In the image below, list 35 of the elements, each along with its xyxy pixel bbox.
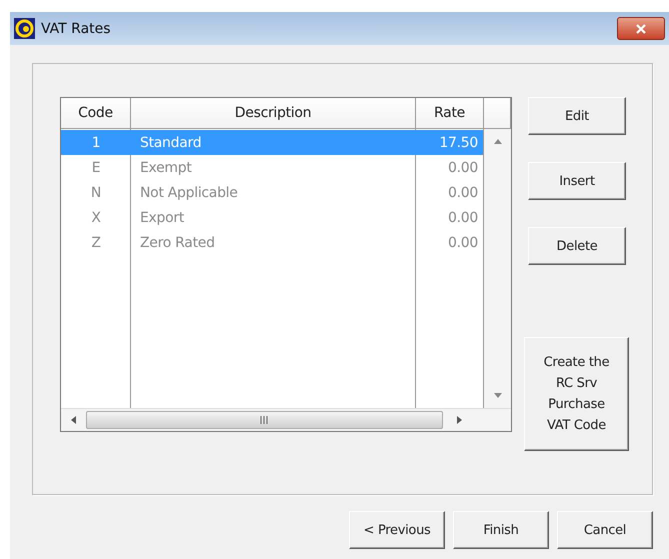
code-cell-text: X [90,210,102,226]
scroll-right-icon[interactable] [457,416,462,424]
footer-button[interactable]: < Previous [349,511,445,549]
code-cell-text: E [90,160,102,176]
footer-button[interactable]: Finish [453,511,549,549]
action-button[interactable]: Edit [528,97,626,135]
rate-cell-text: 17.50 [438,134,479,150]
window-title: VAT Rates [41,20,111,36]
rate-cell-text: 0.00 [447,234,479,250]
column-header[interactable]: Code [61,98,131,128]
scrollbar-thumb[interactable] [86,411,443,429]
create-code-button[interactable]: Create the RC Srv Purchase VAT Code [524,337,629,451]
scroll-left-icon[interactable] [71,416,76,424]
close-button[interactable] [617,17,665,40]
rate-cell-text: 0.00 [447,210,479,226]
rate-cell-text: 0.00 [447,184,479,200]
app-logo-icon [14,18,35,39]
column-header[interactable]: Rate [416,98,484,128]
close-icon [636,24,646,34]
code-cell-text: Z [90,234,102,250]
description-cell-text: Not Applicable [139,184,239,200]
footer-button[interactable]: Cancel [557,511,653,549]
action-button[interactable]: Insert [528,162,626,200]
grip-icon [260,416,269,424]
rate-cell-text: 0.00 [447,160,479,176]
description-cell-text: Exempt [139,160,193,176]
code-cell-text: 1 [90,134,102,150]
column-header[interactable]: Description [131,98,416,128]
description-cell-text: Export [139,210,186,226]
code-cell-text: N [90,184,102,200]
description-cell-text: Zero Rated [139,234,216,250]
description-cell-text: Standard [139,134,202,150]
scroll-down-icon[interactable] [494,393,502,398]
action-button[interactable]: Delete [528,227,626,265]
scroll-up-icon[interactable] [494,139,502,144]
